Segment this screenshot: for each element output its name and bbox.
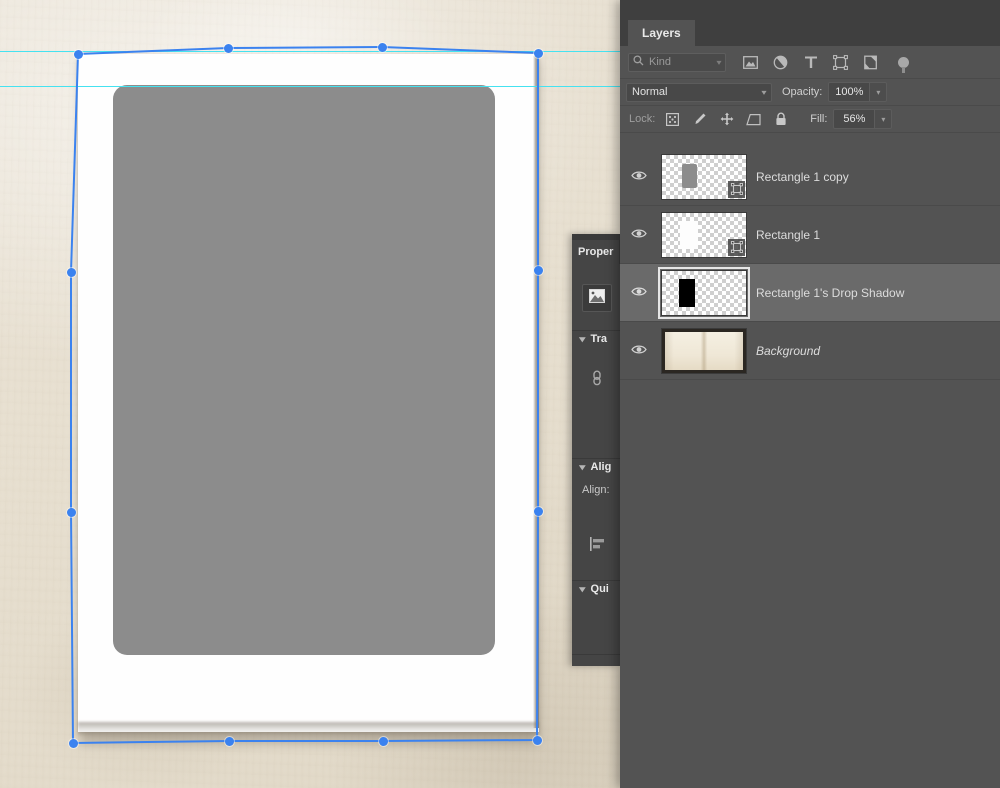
chevron-down-icon: ▾ <box>579 583 586 594</box>
smart-object-filter-icon[interactable] <box>862 54 879 71</box>
layer-kind-filter[interactable]: Kind ▾ <box>628 52 726 72</box>
opacity-value[interactable]: 100% <box>828 82 871 102</box>
link-icon[interactable] <box>590 368 604 386</box>
layers-tabbar: Layers <box>620 16 1000 46</box>
blend-mode-select[interactable]: Normal ▾ <box>626 82 772 102</box>
fill-label: Fill: <box>810 113 828 125</box>
lock-label: Lock: <box>629 113 656 125</box>
layers-filter-row: Kind ▾ <box>620 46 1000 79</box>
thumbnail-shape <box>682 163 697 188</box>
layer-list[interactable]: Rectangle 1 copy Rectangle 1 Rectangle 1… <box>620 148 1000 788</box>
tab-layers[interactable]: Layers <box>628 20 695 46</box>
chevron-down-icon: ▾ <box>761 87 767 97</box>
smart-object-badge <box>728 180 745 198</box>
lock-all-icon[interactable] <box>773 112 788 127</box>
layer-visibility-toggle[interactable] <box>620 284 658 302</box>
chevron-down-icon[interactable]: ▾ <box>716 58 721 67</box>
layer-row-rectangle-1-copy[interactable]: Rectangle 1 copy <box>620 148 1000 206</box>
layer-type-filter-icons <box>742 54 909 73</box>
lock-artboard-icon[interactable] <box>746 112 761 127</box>
layer-thumbnail-cell[interactable] <box>658 153 750 200</box>
eye-visibility-icon <box>631 226 647 244</box>
align-label: Align: <box>582 484 610 496</box>
layers-lock-row: Lock: Fill: 56% ▾ <box>620 106 1000 133</box>
layer-visibility-toggle[interactable] <box>620 226 658 244</box>
thumbnail-shape <box>679 278 695 307</box>
layer-kind-label: Kind <box>649 56 672 68</box>
fill-value[interactable]: 56% <box>833 109 876 129</box>
layer-visibility-toggle[interactable] <box>620 342 658 360</box>
layer-thumbnail-cell[interactable] <box>658 211 750 258</box>
eye-visibility-icon <box>631 342 647 360</box>
properties-section-label: Alig <box>590 461 612 473</box>
opacity-stepper[interactable]: ▾ <box>870 82 888 102</box>
photoshop-window: Proper ▾ Tra ▾ Alig Align: ▾ Qui Layers … <box>0 0 1000 788</box>
layer-name[interactable]: Rectangle 1 copy <box>750 170 849 184</box>
blend-mode-value: Normal <box>632 86 668 98</box>
properties-divider <box>572 330 620 331</box>
layer-thumbnail <box>661 211 747 258</box>
layers-panel[interactable]: Layers Kind ▾ Normal ▾ Opacity: 100% ▾ L… <box>620 0 1000 788</box>
properties-section-label: Qui <box>590 583 609 595</box>
layer-name[interactable]: Rectangle 1's Drop Shadow <box>750 286 904 300</box>
opacity-control[interactable]: 100% ▾ <box>828 82 888 102</box>
lock-position-icon[interactable] <box>719 112 734 127</box>
chevron-down-icon: ▾ <box>579 333 586 344</box>
type-filter-icon[interactable] <box>802 54 819 71</box>
properties-divider <box>572 654 620 655</box>
thumbnail-book-image <box>662 328 746 373</box>
tab-properties[interactable]: Proper <box>572 240 620 264</box>
layer-row-rectangle-1[interactable]: Rectangle 1 <box>620 206 1000 264</box>
properties-divider <box>572 458 620 459</box>
opacity-label: Opacity: <box>782 86 823 98</box>
fill-stepper[interactable]: ▾ <box>875 109 893 129</box>
properties-section-transform[interactable]: ▾ Tra <box>579 333 608 345</box>
lock-image-pixels-icon[interactable] <box>692 112 707 127</box>
properties-section-align[interactable]: ▾ Alig <box>579 461 612 473</box>
layer-thumbnail-cell[interactable] <box>658 327 750 374</box>
gray-rounded-rectangle-shape[interactable] <box>113 85 495 655</box>
properties-section-quick-actions[interactable]: ▾ Qui <box>579 583 609 595</box>
fill-control[interactable]: 56% ▾ <box>833 109 893 129</box>
layers-panel-top-strip <box>620 0 1000 16</box>
properties-section-label: Tra <box>590 333 608 345</box>
properties-divider <box>572 580 620 581</box>
lock-transparent-pixels-icon[interactable] <box>665 112 680 127</box>
layer-thumbnail-cell[interactable] <box>658 266 750 319</box>
layer-row-background[interactable]: Background <box>620 322 1000 380</box>
layer-name[interactable]: Background <box>750 344 820 358</box>
adjustment-filter-icon[interactable] <box>772 54 789 71</box>
layer-thumbnail <box>658 266 750 319</box>
smart-object-badge <box>728 238 745 256</box>
properties-tabbar: Proper <box>572 234 620 264</box>
lock-icon-group <box>665 112 788 127</box>
document-page[interactable] <box>78 54 539 744</box>
page-right-edge <box>533 56 539 728</box>
shape-filter-icon[interactable] <box>832 54 849 71</box>
image-filter-icon[interactable] <box>742 54 759 71</box>
properties-panel[interactable]: Proper ▾ Tra ▾ Alig Align: ▾ Qui <box>572 234 620 666</box>
image-icon <box>589 288 605 308</box>
layer-visibility-toggle[interactable] <box>620 168 658 186</box>
chevron-down-icon: ▾ <box>579 461 586 472</box>
properties-image-button[interactable] <box>582 284 612 312</box>
filter-toggle-switch[interactable] <box>898 56 909 73</box>
align-left-icon[interactable] <box>588 534 608 554</box>
eye-visibility-icon <box>631 284 647 302</box>
layers-blend-row: Normal ▾ Opacity: 100% ▾ <box>620 79 1000 106</box>
page-bottom-edge <box>78 722 539 736</box>
layer-thumbnail <box>661 153 747 200</box>
layer-thumbnail <box>661 327 747 374</box>
thumbnail-shape <box>680 220 698 249</box>
search-icon <box>633 53 644 71</box>
layer-name[interactable]: Rectangle 1 <box>750 228 820 242</box>
layer-row-rectangle-1-drop-shadow[interactable]: Rectangle 1's Drop Shadow <box>620 264 1000 322</box>
eye-visibility-icon <box>631 168 647 186</box>
